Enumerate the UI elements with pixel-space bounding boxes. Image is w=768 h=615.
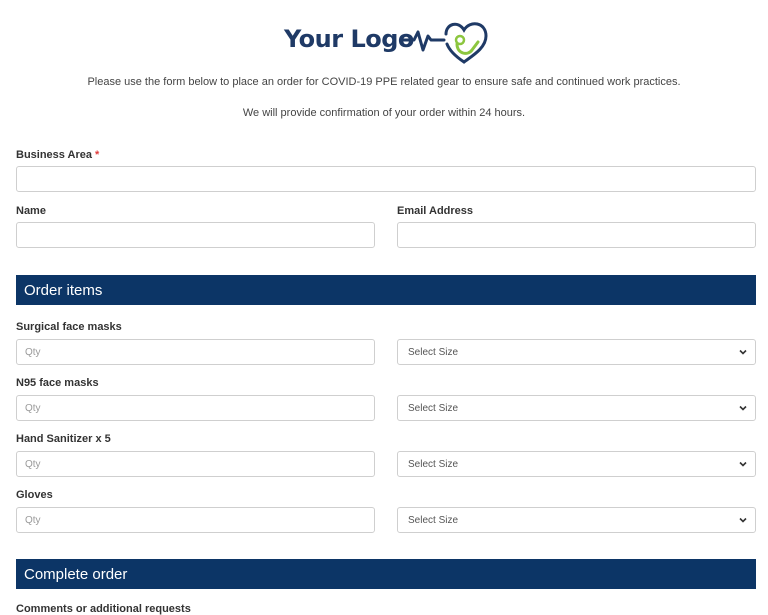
surgical-masks-qty-input[interactable] [16,339,375,365]
chevron-down-icon [739,405,747,411]
heartbeat-heart-icon [402,22,488,64]
item-label-gloves: Gloves [16,489,53,501]
complete-order-header: Complete order [16,559,756,589]
business-area-input[interactable] [16,166,756,192]
gloves-qty-input[interactable] [16,507,375,533]
intro-text: Please use the form below to place an or… [87,76,681,88]
item-label-n95-masks: N95 face masks [16,377,99,389]
logo: Your Logo [284,14,494,64]
required-marker: * [95,149,100,161]
logo-text: Your Logo [284,25,414,53]
email-label: Email Address [397,205,474,217]
order-items-title: Order items [24,281,103,299]
n95-masks-qty-input[interactable] [16,395,375,421]
size-select-value: Select Size [408,346,459,358]
chevron-down-icon [739,349,747,355]
hand-sanitizer-size-select[interactable]: Select Size [397,451,756,477]
surgical-masks-size-select[interactable]: Select Size [397,339,756,365]
size-select-value: Select Size [408,458,459,470]
complete-order-title: Complete order [24,565,128,583]
name-label: Name [16,205,46,217]
size-select-value: Select Size [408,402,459,414]
order-items-header: Order items [16,275,756,305]
size-select-value: Select Size [408,514,459,526]
business-area-label: Business Area * [16,149,99,161]
hand-sanitizer-qty-input[interactable] [16,451,375,477]
business-area-label-text: Business Area [16,149,93,161]
confirmation-text: We will provide confirmation of your ord… [242,107,526,119]
chevron-down-icon [739,517,747,523]
comments-label: Comments or additional requests [16,603,191,615]
item-label-hand-sanitizer: Hand Sanitizer x 5 [16,433,111,445]
email-input[interactable] [397,222,756,248]
gloves-size-select[interactable]: Select Size [397,507,756,533]
chevron-down-icon [739,461,747,467]
n95-masks-size-select[interactable]: Select Size [397,395,756,421]
item-label-surgical-masks: Surgical face masks [16,321,122,333]
name-input[interactable] [16,222,375,248]
